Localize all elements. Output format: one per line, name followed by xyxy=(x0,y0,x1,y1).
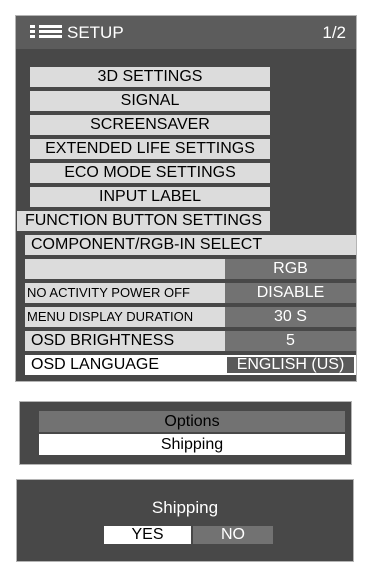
osd-language-value: ENGLISH (US) xyxy=(225,355,356,375)
osd-language-label: OSD LANGUAGE xyxy=(31,356,160,373)
component-rgb-value: RGB xyxy=(225,259,356,279)
no-button[interactable]: NO xyxy=(193,526,273,544)
menu-item-input-label[interactable]: INPUT LABEL xyxy=(30,187,270,207)
menu-list-icon xyxy=(30,25,62,39)
shipping-confirm-dialog: Shipping YES NO xyxy=(16,479,354,562)
menu-display-duration-value: 30 S xyxy=(225,307,356,327)
options-menu-panel: Options Shipping xyxy=(19,401,352,465)
menu-item-signal[interactable]: SIGNAL xyxy=(30,91,270,111)
no-activity-power-off-value: DISABLE xyxy=(225,283,356,303)
component-rgb-select-label: COMPONENT/RGB-IN SELECT xyxy=(31,236,263,253)
menu-display-duration-label: MENU DISPLAY DURATION xyxy=(27,309,194,324)
page-indicator: 1/2 xyxy=(322,23,346,42)
setup-menu-panel: SETUP 1/2 3D SETTINGS SIGNAL SCREENSAVER… xyxy=(15,15,357,382)
component-rgb-value-row[interactable]: RGB xyxy=(25,259,356,279)
confirm-dialog-title: Shipping xyxy=(151,498,219,517)
menu-item-3d-settings[interactable]: 3D SETTINGS xyxy=(30,67,270,87)
osd-brightness-value: 5 xyxy=(225,331,356,351)
menu-item-extended-life-settings[interactable]: EXTENDED LIFE SETTINGS xyxy=(30,139,270,159)
yes-button[interactable]: YES xyxy=(104,526,191,544)
osd-language-row[interactable]: OSD LANGUAGE ENGLISH (US) xyxy=(25,355,356,375)
setup-title-bar: SETUP 1/2 xyxy=(16,16,356,49)
menu-display-duration-row[interactable]: MENU DISPLAY DURATION 30 S xyxy=(25,307,356,327)
menu-item-eco-mode-settings[interactable]: ECO MODE SETTINGS xyxy=(30,163,270,183)
component-rgb-select-row[interactable]: COMPONENT/RGB-IN SELECT xyxy=(25,235,356,255)
no-activity-power-off-row[interactable]: NO ACTIVITY POWER OFF DISABLE xyxy=(25,283,356,303)
osd-brightness-label: OSD BRIGHTNESS xyxy=(31,332,175,349)
menu-item-screensaver[interactable]: SCREENSAVER xyxy=(30,115,270,135)
menu-item-function-button-settings[interactable]: FUNCTION BUTTON SETTINGS xyxy=(17,211,270,231)
osd-brightness-row[interactable]: OSD BRIGHTNESS 5 xyxy=(25,331,356,351)
setup-title: SETUP xyxy=(67,23,124,42)
no-activity-power-off-label: NO ACTIVITY POWER OFF xyxy=(27,285,190,300)
options-menu-item[interactable]: Options xyxy=(39,411,345,432)
shipping-menu-item[interactable]: Shipping xyxy=(39,434,345,455)
